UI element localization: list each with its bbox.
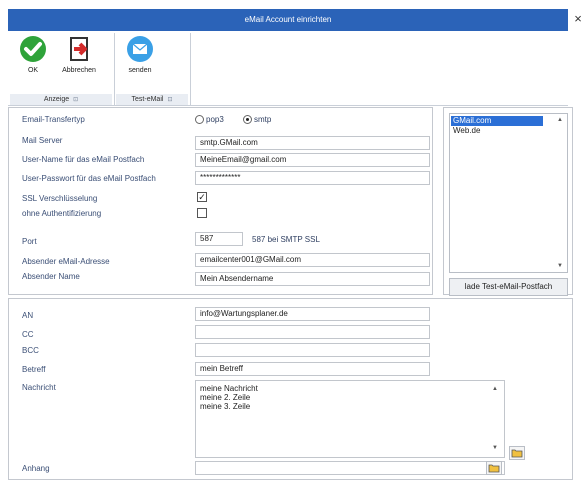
ssl-checkbox[interactable]: ✓ (197, 192, 207, 202)
sender-address-label: Absender eMail-Adresse (22, 257, 110, 266)
to-input[interactable]: info@Wartungsplaner.de (195, 307, 430, 321)
window-title: eMail Account einrichten (244, 15, 332, 24)
cc-input[interactable] (195, 325, 430, 339)
group-anzeige-text: Anzeige (43, 96, 70, 103)
to-label: AN (22, 311, 34, 320)
attachment-input[interactable] (195, 461, 505, 475)
scroll-down-icon[interactable]: ▼ (557, 263, 563, 269)
scroll-down-icon[interactable]: ▼ (492, 444, 498, 453)
cancel-button-label: Abbrechen (62, 67, 96, 74)
bcc-label: BCC (22, 346, 39, 355)
port-hint: 587 bei SMTP SSL (252, 235, 320, 244)
group-test-email-text: Test-eMail (131, 96, 164, 103)
subject-label: Betreff (22, 365, 46, 374)
checkmark-icon (20, 36, 46, 62)
password-label: User-Passwort für das eMail Postfach (22, 174, 156, 183)
no-auth-checkbox[interactable] (197, 208, 207, 218)
send-button-label: senden (128, 67, 152, 74)
ok-button[interactable]: OK (18, 35, 48, 74)
ssl-label: SSL Verschlüsselung (22, 194, 98, 203)
port-label: Port (22, 237, 37, 246)
scroll-up-icon[interactable]: ▲ (492, 385, 498, 394)
attachment-folder-button[interactable] (486, 461, 502, 475)
load-test-mailbox-button[interactable]: lade Test-eMail-Postfach (449, 278, 568, 296)
message-line: meine Nachricht (200, 384, 258, 393)
message-attach-folder-button[interactable] (509, 446, 525, 460)
subject-input[interactable]: mein Betreff (195, 362, 430, 376)
bcc-input[interactable] (195, 343, 430, 357)
message-line: meine 3. Zeile (200, 402, 251, 411)
mail-server-label: Mail Server (22, 136, 63, 145)
dialog-launcher-icon[interactable]: ⊡ (73, 97, 78, 103)
folder-icon (511, 449, 523, 458)
transfer-type-label: Email-Transfertyp (22, 115, 85, 124)
group-label-test-email: Test-eMail ⊡ (116, 94, 188, 105)
smtp-radio[interactable] (243, 115, 252, 124)
message-label: Nachricht (22, 383, 56, 392)
group-label-anzeige: Anzeige ⊡ (10, 94, 112, 105)
message-line: meine 2. Zeile (200, 393, 251, 402)
provider-item-webde[interactable]: Web.de (451, 126, 543, 136)
provider-listbox[interactable]: GMail.com Web.de ▲ ▼ (449, 113, 568, 273)
close-icon[interactable]: × (572, 12, 584, 26)
scroll-up-icon[interactable]: ▲ (557, 117, 563, 123)
username-label: User-Name für das eMail Postfach (22, 155, 145, 164)
ribbon-divider (114, 33, 115, 105)
cc-label: CC (22, 330, 34, 339)
cancel-button[interactable]: Abbrechen (56, 35, 102, 74)
exit-door-icon (70, 37, 88, 61)
port-input[interactable]: 587 (195, 232, 243, 246)
dialog-launcher-icon[interactable]: ⊡ (167, 97, 172, 103)
mail-server-input[interactable]: smtp.GMail.com (195, 136, 430, 150)
ok-button-label: OK (27, 67, 39, 74)
pop3-label: pop3 (206, 115, 224, 124)
pop3-radio[interactable] (195, 115, 204, 124)
send-button[interactable]: senden (124, 35, 156, 74)
provider-item-gmail[interactable]: GMail.com (451, 116, 543, 126)
ribbon-divider (190, 33, 191, 105)
sender-name-label: Absender Name (22, 272, 80, 281)
attachment-label: Anhang (22, 464, 50, 473)
username-input[interactable]: MeineEmail@gmail.com (195, 153, 430, 167)
ribbon: OK Abbrechen senden Anzeige ⊡ Test-eMail ⊡ (8, 31, 568, 106)
email-icon (127, 36, 153, 62)
folder-icon (488, 464, 500, 473)
no-auth-label: ohne Authentifizierung (22, 209, 102, 218)
message-textarea[interactable]: meine Nachricht meine 2. Zeile meine 3. … (195, 380, 505, 458)
password-input[interactable]: ************* (195, 171, 430, 185)
sender-name-input[interactable]: Mein Absendername (195, 272, 430, 286)
smtp-label: smtp (254, 115, 272, 124)
sender-address-input[interactable]: emailcenter001@GMail.com (195, 253, 430, 267)
